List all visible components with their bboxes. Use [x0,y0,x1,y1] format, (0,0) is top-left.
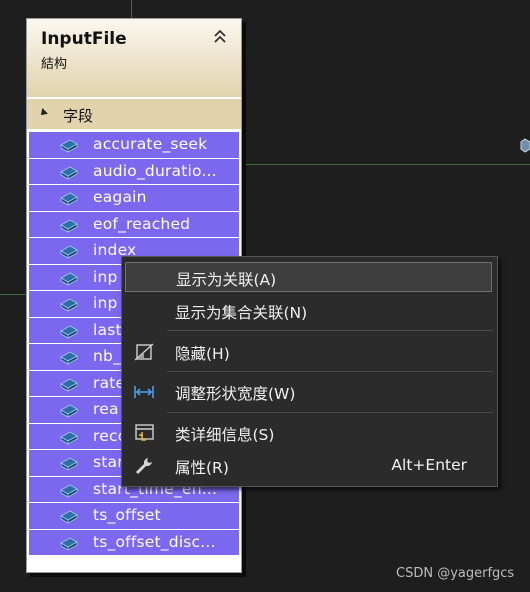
fields-section-header[interactable]: 字段 [27,99,241,129]
collapse-icon[interactable] [213,29,227,43]
menu-item-label: 类详细信息(S) [175,426,275,444]
menu-item-class-details[interactable]: 类详细信息(S) [125,418,492,448]
field-icon [520,138,530,153]
context-menu: 显示为关联(A) 显示为集合关联(N) 隐藏(H) 调整形状宽度(W) 类详细信… [121,256,498,487]
class-details-icon [135,424,154,441]
menu-item-label: 隐藏(H) [175,345,230,363]
field-icon [60,245,78,259]
shape-title: InputFile [41,29,127,49]
menu-separator [167,330,493,331]
field-label: inp [93,294,118,312]
field-icon [60,298,78,312]
section-label: 字段 [63,107,94,125]
menu-separator [167,412,493,413]
connector-line [131,0,132,18]
field-icon [60,166,78,180]
field-label: ts_offset [93,506,161,524]
field-icon [60,351,78,365]
field-row[interactable]: eof_reached [29,211,239,237]
field-row[interactable]: ts_offset [29,503,239,529]
field-icon [60,510,78,524]
shape-subtitle: 結构 [41,57,68,72]
field-icon [60,325,78,339]
field-icon [60,457,78,471]
field-icon [60,192,78,206]
field-label: accurate_seek [93,135,208,153]
field-label: rea [93,400,119,418]
expand-triangle-icon[interactable] [38,108,48,118]
field-label: eof_reached [93,214,191,233]
menu-item-label: 显示为集合关联(N) [175,304,308,322]
field-label: inp [93,267,118,286]
field-icon [60,484,78,498]
shape-header[interactable]: InputFile 結构 [27,19,241,97]
wrench-icon [136,458,152,474]
field-icon [60,219,78,233]
menu-item-show-as-association[interactable]: 显示为关联(A) [125,262,492,292]
field-label: last [93,320,122,339]
hide-icon [134,343,154,361]
field-icon [60,378,78,392]
connector-line [0,294,26,295]
field-row[interactable]: eagain [29,185,239,211]
field-icon [60,272,78,286]
field-icon [60,139,78,153]
menu-separator [167,371,493,372]
menu-item-label: 属性(R) [175,459,229,477]
menu-item-label: 调整形状宽度(W) [175,385,296,403]
menu-item-label: 显示为关联(A) [176,271,277,289]
menu-item-properties[interactable]: 属性(R) Alt+Enter [125,451,492,481]
field-icon [60,431,78,445]
watermark: CSDN @yagerfgcs [396,566,515,581]
menu-item-hide[interactable]: 隐藏(H) [125,337,492,367]
field-label: nb_ [93,347,122,365]
connector-line [240,164,530,165]
field-row[interactable]: audio_duratio... [29,158,239,184]
menu-item-shortcut: Alt+Enter [391,456,467,474]
field-label: star [93,453,124,471]
menu-item-adjust-width[interactable]: 调整形状宽度(W) [125,377,492,407]
field-label: eagain [93,188,147,206]
field-label: audio_duratio... [93,161,217,180]
field-label: ts_offset_disc... [93,532,216,551]
menu-item-show-as-collection-association[interactable]: 显示为集合关联(N) [125,296,492,326]
field-row[interactable]: ts_offset_disc... [29,529,239,555]
field-icon [60,404,78,418]
field-icon [60,537,78,551]
adjust-width-icon [134,386,154,398]
field-row[interactable]: accurate_seek [29,132,239,158]
